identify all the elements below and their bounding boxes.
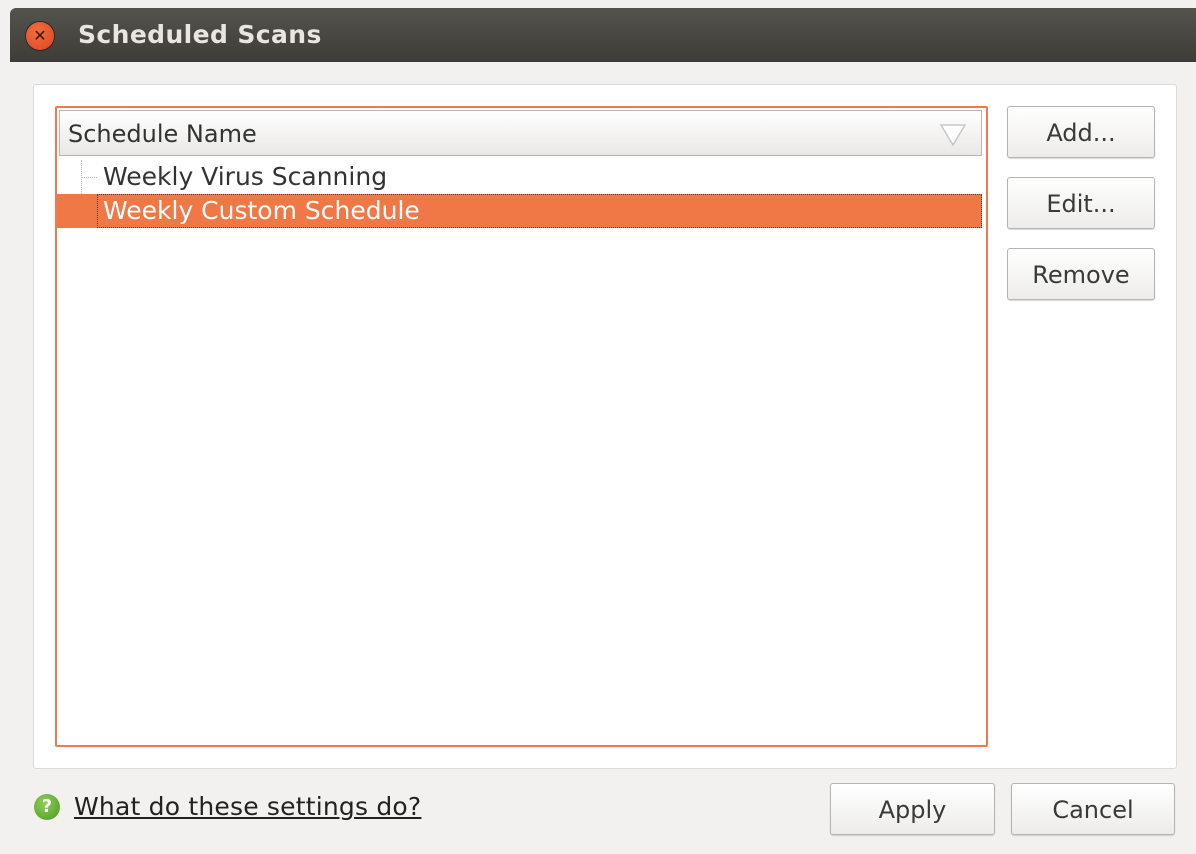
window-title: Scheduled Scans bbox=[78, 20, 322, 49]
apply-button[interactable]: Apply bbox=[830, 783, 995, 835]
close-icon[interactable]: ✕ bbox=[26, 22, 54, 50]
column-header-label: Schedule Name bbox=[68, 120, 257, 148]
tree-row-label: Weekly Virus Scanning bbox=[103, 162, 388, 191]
sort-arrow-icon bbox=[939, 124, 967, 147]
help-link[interactable]: What do these settings do? bbox=[74, 790, 421, 824]
remove-button[interactable]: Remove bbox=[1007, 248, 1155, 300]
tree-row-selected[interactable]: Weekly Custom Schedule bbox=[57, 194, 982, 228]
column-header-schedule-name[interactable]: Schedule Name bbox=[59, 110, 982, 156]
add-button[interactable]: Add... bbox=[1007, 106, 1155, 158]
cancel-button[interactable]: Cancel bbox=[1011, 783, 1175, 835]
edit-button[interactable]: Edit... bbox=[1007, 177, 1155, 229]
schedule-tree[interactable]: Schedule Name Weekly Virus Scanning Week… bbox=[55, 106, 988, 747]
tree-row[interactable]: Weekly Virus Scanning bbox=[57, 160, 982, 194]
tree-row-label: Weekly Custom Schedule bbox=[103, 196, 420, 225]
title-bar[interactable]: ✕ Scheduled Scans bbox=[10, 8, 1196, 62]
scheduled-scans-window: ✕ Scheduled Scans Schedule Name Weekly V… bbox=[0, 0, 1196, 854]
help-icon: ? bbox=[34, 794, 60, 820]
